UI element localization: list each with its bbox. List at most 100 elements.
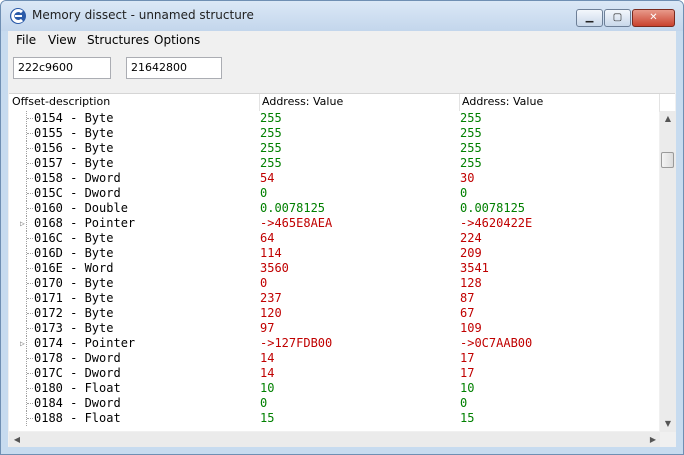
value-address-2: 128: [460, 276, 482, 290]
menu-structures[interactable]: Structures: [87, 33, 149, 47]
menu-file[interactable]: File: [16, 33, 36, 47]
value-address-2: 67: [460, 306, 475, 320]
tree-branch-line: [27, 358, 33, 360]
tree-branch-line: [27, 208, 33, 210]
value-address-2: 224: [460, 231, 482, 245]
tree-branch-line: [27, 148, 33, 150]
scroll-up-icon[interactable]: ▲: [660, 114, 676, 123]
offset-description: 0160 - Double: [34, 201, 128, 215]
tree-row[interactable]: 0184 - Dword 0 0: [9, 396, 659, 411]
offset-description: 0171 - Byte: [34, 291, 114, 305]
tree-row[interactable]: 0173 - Byte 97 109: [9, 321, 659, 336]
tree-row[interactable]: ▷ 0174 - Pointer ->127FDB00 ->0C7AAB00: [9, 336, 659, 351]
memory-dissect-window: Memory dissect - unnamed structure ▁ ▢ ✕…: [0, 0, 684, 455]
tree-row[interactable]: ▷ 0168 - Pointer ->465E8AEA ->4620422E: [9, 216, 659, 231]
tree-row[interactable]: 016E - Word 3560 3541: [9, 261, 659, 276]
scroll-left-icon[interactable]: ◀: [9, 435, 25, 444]
value-address-2: 255: [460, 156, 482, 170]
offset-description: 0173 - Byte: [34, 321, 114, 335]
value-address-2: 0.0078125: [460, 201, 526, 215]
title-bar[interactable]: Memory dissect - unnamed structure ▁ ▢ ✕: [1, 1, 683, 31]
offset-description: 0184 - Dword: [34, 396, 121, 410]
tree-row[interactable]: 0160 - Double 0.0078125 0.0078125: [9, 201, 659, 216]
address-input-1[interactable]: 222c9600: [13, 57, 111, 79]
column-address-value-1[interactable]: Address: Value: [262, 95, 343, 108]
vertical-scroll-thumb[interactable]: [661, 152, 674, 168]
offset-description: 0174 - Pointer: [34, 336, 136, 350]
value-address-2: 17: [460, 366, 475, 380]
menu-view[interactable]: View: [48, 33, 76, 47]
offset-description: 0155 - Byte: [34, 126, 114, 140]
tree-connector-line: [26, 336, 28, 351]
tree-row[interactable]: 015C - Dword 0 0: [9, 186, 659, 201]
value-address-1: 0: [260, 186, 268, 200]
offset-description: 0178 - Dword: [34, 351, 121, 365]
column-offset-description[interactable]: Offset-description: [12, 95, 110, 108]
value-address-1: 0.0078125: [260, 201, 326, 215]
value-address-1: 255: [260, 141, 282, 155]
vertical-scrollbar[interactable]: ▲ ▼: [660, 111, 676, 432]
value-address-1: 15: [260, 411, 275, 425]
menu-options[interactable]: Options: [154, 33, 200, 47]
value-address-2: 0: [460, 186, 468, 200]
tree-row[interactable]: 0178 - Dword 14 17: [9, 351, 659, 366]
tree-row[interactable]: 0158 - Dword 54 30: [9, 171, 659, 186]
column-address-value-2[interactable]: Address: Value: [462, 95, 543, 108]
tree-row[interactable]: 0154 - Byte 255 255: [9, 111, 659, 126]
structure-tree: 0154 - Byte 255 255 0155 - Byte 255 255 0156 -…: [9, 111, 659, 431]
tree-row[interactable]: 0171 - Byte 237 87: [9, 291, 659, 306]
offset-description: 017C - Dword: [34, 366, 121, 380]
tree-connector-line: [26, 216, 28, 231]
dissect-panel: 222c9600 21642800 Offset-description Add…: [8, 50, 676, 447]
tree-branch-line: [27, 403, 33, 405]
value-address-2: 3541: [460, 261, 489, 275]
window-title: Memory dissect - unnamed structure: [32, 8, 254, 22]
value-address-2: 15: [460, 411, 475, 425]
offset-description: 016E - Word: [34, 261, 114, 275]
tree-row[interactable]: 0157 - Byte 255 255: [9, 156, 659, 171]
horizontal-scrollbar[interactable]: ◀ ▶: [9, 432, 660, 447]
value-address-1: 14: [260, 351, 275, 365]
value-address-1: 64: [260, 231, 275, 245]
tree-row[interactable]: 0155 - Byte 255 255: [9, 126, 659, 141]
value-address-1: 255: [260, 156, 282, 170]
address-input-2[interactable]: 21642800: [126, 57, 222, 79]
tree-row[interactable]: 016D - Byte 114 209: [9, 246, 659, 261]
expand-arrow-icon[interactable]: ▷: [20, 339, 25, 348]
tree-branch-line: [27, 313, 33, 315]
tree-row[interactable]: 0156 - Byte 255 255: [9, 141, 659, 156]
offset-description: 0170 - Byte: [34, 276, 114, 290]
value-address-2: 255: [460, 141, 482, 155]
tree-branch-line: [27, 373, 33, 375]
column-divider[interactable]: [659, 94, 660, 111]
value-address-1: 97: [260, 321, 275, 335]
scroll-down-icon[interactable]: ▼: [660, 419, 676, 428]
value-address-1: 0: [260, 276, 268, 290]
scrollbar-corner: [660, 432, 676, 447]
tree-branch-line: [27, 388, 33, 390]
offset-description: 0157 - Byte: [34, 156, 114, 170]
tree-row[interactable]: 0188 - Float 15 15: [9, 411, 659, 426]
tree-row[interactable]: 0170 - Byte 0 128: [9, 276, 659, 291]
offset-description: 016C - Byte: [34, 231, 114, 245]
scroll-right-icon[interactable]: ▶: [645, 435, 661, 444]
value-address-2: 109: [460, 321, 482, 335]
value-address-2: 255: [460, 111, 482, 125]
maximize-button[interactable]: ▢: [604, 9, 631, 27]
expand-arrow-icon[interactable]: ▷: [20, 219, 25, 228]
close-button[interactable]: ✕: [632, 9, 675, 27]
column-divider[interactable]: [259, 94, 260, 111]
minimize-button[interactable]: ▁: [576, 9, 603, 27]
tree-row[interactable]: 0172 - Byte 120 67: [9, 306, 659, 321]
tree-branch-line: [27, 133, 33, 135]
menu-bar: File View Structures Options: [8, 31, 676, 50]
value-address-1: 54: [260, 171, 275, 185]
value-address-2: 87: [460, 291, 475, 305]
tree-row[interactable]: 0180 - Float 10 10: [9, 381, 659, 396]
value-address-1: 10: [260, 381, 275, 395]
offset-description: 0180 - Float: [34, 381, 121, 395]
tree-row[interactable]: 016C - Byte 64 224: [9, 231, 659, 246]
tree-branch-line: [27, 283, 33, 285]
tree-row[interactable]: 017C - Dword 14 17: [9, 366, 659, 381]
column-divider[interactable]: [459, 94, 460, 111]
